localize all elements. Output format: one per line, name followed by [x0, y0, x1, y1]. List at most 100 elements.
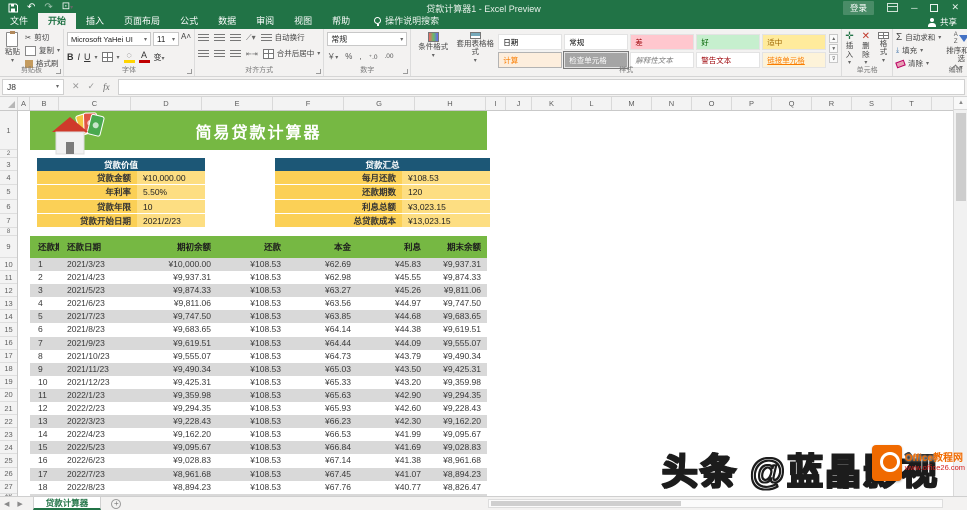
cell[interactable]: ¥9,811.06 [131, 297, 217, 310]
cell[interactable]: ¥44.38 [357, 323, 427, 336]
cell[interactable]: ¥9,937.31 [427, 258, 487, 271]
cell[interactable]: ¥9,555.07 [427, 337, 487, 350]
cell[interactable]: 2021/9/23 [59, 337, 131, 350]
cell[interactable]: 2021/7/23 [59, 310, 131, 323]
cell[interactable]: 2022/2/23 [59, 402, 131, 415]
cell[interactable]: ¥63.85 [287, 310, 357, 323]
cell[interactable]: 3 [30, 284, 59, 297]
horizontal-scroll-thumb[interactable] [491, 501, 681, 506]
table-row[interactable]: 172022/7/23¥8,961.68¥108.53¥67.45¥41.07¥… [30, 468, 487, 481]
comma-style-icon[interactable]: , [359, 52, 361, 61]
cell[interactable]: ¥9,490.34 [131, 363, 217, 376]
cell[interactable]: 2 [30, 271, 59, 284]
cell[interactable]: ¥9,162.20 [427, 415, 487, 428]
style-日期[interactable]: 日期 [498, 34, 562, 50]
vertical-scrollbar[interactable]: ▲ [953, 97, 967, 496]
cell[interactable]: ¥108.53 [217, 415, 287, 428]
cell[interactable]: ¥66.53 [287, 428, 357, 441]
minimize-button[interactable]: ─ [911, 3, 917, 13]
cell[interactable]: 10 [30, 376, 59, 389]
column-header-D[interactable]: D [131, 97, 202, 110]
font-color-button[interactable]: A [139, 51, 150, 63]
cell[interactable]: ¥41.38 [357, 454, 427, 467]
row-header-25[interactable]: 25 [0, 454, 17, 467]
autosum-button[interactable]: Σ自动求和▾ [896, 32, 941, 43]
column-header-A[interactable]: A [18, 97, 30, 110]
cell[interactable]: ¥108.53 [217, 337, 287, 350]
accounting-format-icon[interactable]: ￥▾ [327, 51, 338, 62]
cell[interactable]: ¥43.50 [357, 363, 427, 376]
field-value[interactable]: ¥13,023.15 [402, 214, 490, 227]
cell[interactable]: 7 [30, 337, 59, 350]
cell[interactable]: 2022/6/23 [59, 454, 131, 467]
save-icon[interactable] [8, 3, 18, 13]
cell[interactable]: ¥41.69 [357, 441, 427, 454]
increase-decimal-icon[interactable]: ⁺.0 [369, 53, 378, 61]
row-header-5[interactable]: 5 [0, 185, 17, 199]
cell[interactable]: ¥66.84 [287, 441, 357, 454]
style-适中[interactable]: 适中 [762, 34, 826, 50]
table-row[interactable]: 122022/2/23¥9,294.35¥108.53¥65.93¥42.60¥… [30, 402, 487, 415]
cell[interactable]: 5 [30, 310, 59, 323]
cell[interactable]: 2021/12/23 [59, 376, 131, 389]
undo-icon[interactable]: ↶ [27, 3, 35, 13]
restore-button[interactable] [930, 4, 938, 12]
cut-button[interactable]: ✂ 剪切 [25, 32, 60, 43]
cell[interactable]: ¥108.53 [217, 454, 287, 467]
qat-customize-icon[interactable]: ⊡▾ [62, 2, 73, 13]
tell-me-search[interactable]: 操作说明搜索 [374, 14, 439, 29]
cell[interactable]: 14 [30, 428, 59, 441]
row-header-8[interactable]: 8 [0, 228, 17, 236]
align-center-icon[interactable] [214, 50, 225, 58]
table-row[interactable]: 132022/3/23¥9,228.43¥108.53¥66.23¥42.30¥… [30, 415, 487, 428]
table-row[interactable]: 52021/7/23¥9,747.50¥108.53¥63.85¥44.68¥9… [30, 310, 487, 323]
format-as-table-button[interactable]: 套用表格格式▾ [455, 32, 495, 65]
column-header-I[interactable]: I [486, 97, 506, 110]
column-header-F[interactable]: F [273, 97, 344, 110]
cell[interactable]: ¥9,294.35 [131, 402, 217, 415]
phonetic-button[interactable]: 变▾ [154, 52, 165, 63]
cell[interactable]: 15 [30, 441, 59, 454]
row-header-22[interactable]: 22 [0, 415, 17, 428]
row-header-10[interactable]: 10 [0, 258, 17, 271]
row-header-17[interactable]: 17 [0, 350, 17, 363]
cell[interactable]: ¥9,683.65 [131, 323, 217, 336]
cell[interactable]: ¥108.53 [217, 284, 287, 297]
cell[interactable]: 2022/3/23 [59, 415, 131, 428]
name-box[interactable]: J8▾ [2, 79, 64, 95]
cell[interactable]: 2022/1/23 [59, 389, 131, 402]
table-row[interactable]: 12021/3/23¥10,000.00¥108.53¥62.69¥45.83¥… [30, 258, 487, 271]
cell[interactable]: ¥45.55 [357, 271, 427, 284]
row-header-18[interactable]: 18 [0, 363, 17, 376]
cell[interactable]: ¥9,874.33 [131, 284, 217, 297]
tab-插入[interactable]: 插入 [76, 13, 114, 29]
cell[interactable]: ¥108.53 [217, 402, 287, 415]
tab-公式[interactable]: 公式 [170, 13, 208, 29]
indent-icons[interactable]: ⇤⇥ [246, 50, 258, 58]
align-bottom-icon[interactable] [230, 34, 241, 42]
cell[interactable]: ¥108.53 [217, 468, 287, 481]
cell[interactable]: ¥62.69 [287, 258, 357, 271]
alignment-dialog-launcher[interactable] [316, 69, 321, 74]
cell[interactable]: 2021/8/23 [59, 323, 131, 336]
enter-icon[interactable]: ✓ [88, 81, 96, 92]
row-header-6[interactable]: 6 [0, 200, 17, 214]
cell[interactable]: ¥9,555.07 [131, 350, 217, 363]
cell[interactable]: ¥9,937.31 [131, 271, 217, 284]
cell[interactable]: ¥66.23 [287, 415, 357, 428]
cell[interactable]: ¥44.68 [357, 310, 427, 323]
cell[interactable]: ¥108.53 [217, 323, 287, 336]
cell[interactable]: 2022/5/23 [59, 441, 131, 454]
row-header-20[interactable]: 20 [0, 389, 17, 402]
new-sheet-icon[interactable]: + [111, 499, 121, 509]
cell[interactable]: 2022/7/23 [59, 468, 131, 481]
cell[interactable]: ¥108.53 [217, 350, 287, 363]
tab-视图[interactable]: 视图 [284, 13, 322, 29]
decrease-decimal-icon[interactable]: .00 [385, 53, 394, 60]
number-dialog-launcher[interactable] [403, 69, 408, 74]
cell[interactable]: ¥108.53 [217, 389, 287, 402]
table-row[interactable]: 82021/10/23¥9,555.07¥108.53¥64.73¥43.79¥… [30, 350, 487, 363]
table-row[interactable]: 142022/4/23¥9,162.20¥108.53¥66.53¥41.99¥… [30, 428, 487, 441]
wrap-text-button[interactable]: 自动换行 [261, 32, 305, 43]
fill-button[interactable]: ⤓填充▾ [896, 45, 941, 56]
